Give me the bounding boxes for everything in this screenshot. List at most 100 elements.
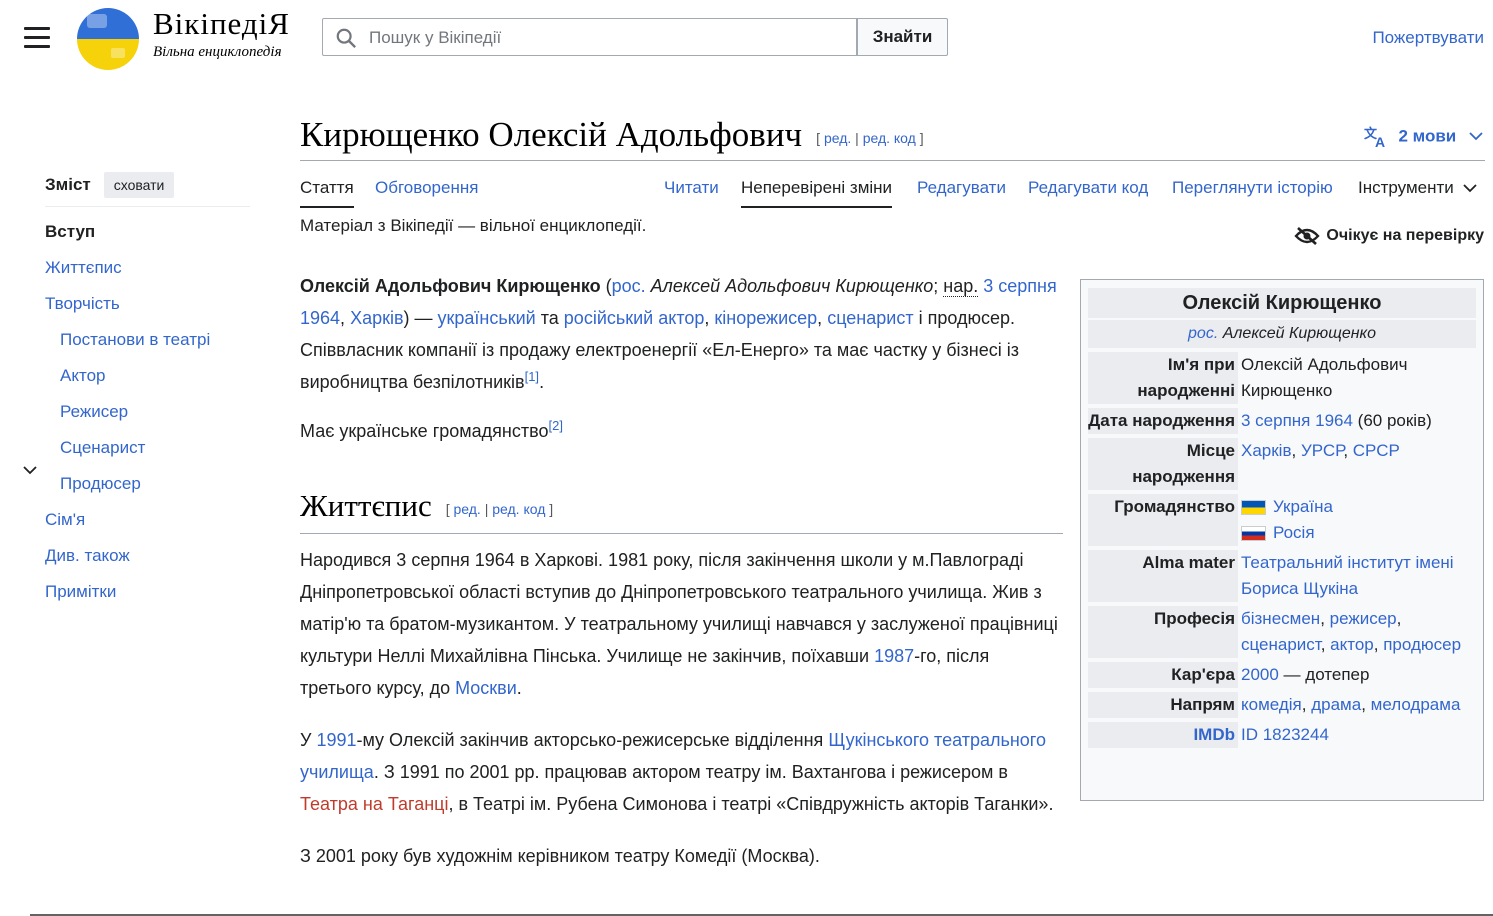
edit-link[interactable]: ред.	[824, 130, 851, 146]
russian-actor-link[interactable]: російський актор	[564, 308, 705, 328]
year-link[interactable]: 1987	[874, 646, 914, 666]
birth-date-link[interactable]: 3 серпня 1964	[1241, 411, 1353, 430]
toc-hide-button[interactable]: сховати	[103, 172, 175, 198]
taganka-theatre-redlink[interactable]: Театра на Таганці	[300, 794, 448, 814]
search-input[interactable]	[367, 19, 851, 57]
edit-code-link[interactable]: ред. код	[863, 130, 916, 146]
infobox-value: 3 серпня 1964 (60 років)	[1238, 408, 1476, 434]
country-link[interactable]: Україна	[1273, 497, 1333, 516]
place-link[interactable]: УРСР	[1301, 441, 1343, 460]
title-edit-links: [ ред. | ред. код ]	[816, 130, 923, 146]
toc-item-director[interactable]: Режисер	[60, 402, 128, 422]
tab-read[interactable]: Читати	[664, 178, 719, 206]
text: ,	[1320, 635, 1331, 654]
toc-item-biography[interactable]: Життєпис	[45, 258, 122, 278]
place-link[interactable]: Харків	[1241, 441, 1292, 460]
biography-content: Народився 3 серпня 1964 в Харкові. 1981 …	[300, 544, 1062, 892]
separator: |	[484, 500, 489, 517]
profession-link[interactable]: бізнесмен	[1241, 609, 1320, 628]
intro-paragraph: Олексій Адольфович Кирющенко (рос. Алекс…	[300, 270, 1062, 398]
bracket: [	[445, 500, 450, 517]
film-director-link[interactable]: кінорежисер	[714, 308, 817, 328]
donate-link[interactable]: Пожертвувати	[1372, 28, 1484, 48]
born-abbr: нар.	[943, 276, 979, 297]
toc-item-family[interactable]: Сім'я	[45, 510, 85, 530]
text: .	[539, 372, 545, 392]
infobox-row: Напрям комедія, драма, мелодрама	[1088, 692, 1476, 718]
biography-paragraph: З 2001 року був художнім керівником теат…	[300, 846, 820, 866]
place-link[interactable]: СРСР	[1353, 441, 1400, 460]
wikipedia-logo-globe[interactable]	[77, 8, 139, 70]
title-divider	[300, 160, 1485, 161]
toc-item-work[interactable]: Творчість	[45, 294, 120, 314]
country-link[interactable]: Росія	[1273, 523, 1315, 542]
genre-link[interactable]: комедія	[1241, 695, 1302, 714]
infobox-row: IMDb ID 1823244	[1088, 722, 1476, 748]
screenwriter-link[interactable]: сценарист	[827, 308, 913, 328]
toc-item-actor[interactable]: Актор	[60, 366, 105, 386]
search-button[interactable]: Знайти	[857, 18, 948, 56]
profession-link[interactable]: продюсер	[1383, 635, 1461, 654]
ukrainian-link[interactable]: український	[438, 308, 536, 328]
lang-ru-link[interactable]: рос.	[1188, 325, 1218, 342]
moscow-link[interactable]: Москви	[455, 678, 517, 698]
bracket: [	[816, 129, 821, 146]
reference-link[interactable]: [2]	[548, 418, 562, 433]
pending-label: Очікує на перевірку	[1326, 227, 1484, 245]
text: ;	[933, 276, 944, 296]
pending-review-indicator[interactable]: Очікує на перевірку	[1294, 226, 1484, 246]
citizenship-paragraph: Має українське громадянство[2]	[300, 415, 1062, 447]
city-link[interactable]: Харків	[350, 308, 403, 328]
profession-link[interactable]: сценарист	[1241, 635, 1321, 654]
tab-history[interactable]: Переглянути історію	[1172, 178, 1333, 206]
text: ,	[1343, 441, 1353, 460]
toc-item-producer[interactable]: Продюсер	[60, 474, 141, 494]
year-link[interactable]: 2000	[1241, 665, 1279, 684]
ukraine-flag-icon	[1241, 500, 1266, 516]
toc-item-writer[interactable]: Сценарист	[60, 438, 145, 458]
wikipedia-wordmark[interactable]: ВікіпедіЯ	[153, 6, 290, 42]
genre-link[interactable]: драма	[1311, 695, 1361, 714]
tab-edit-code[interactable]: Редагувати код	[1028, 178, 1148, 206]
eye-closed-icon	[1294, 227, 1321, 245]
toc-item-theatre[interactable]: Постанови в театрі	[60, 330, 210, 350]
toc-item-see-also[interactable]: Див. також	[45, 546, 130, 566]
language-count: 2 мови	[1398, 126, 1457, 146]
language-button[interactable]: 文A 2 мови	[1364, 126, 1483, 150]
edit-link[interactable]: ред.	[454, 501, 481, 517]
tab-article[interactable]: Стаття	[300, 178, 354, 208]
page-title-text: Кирющенко Олексій Адольфович	[300, 115, 803, 154]
infobox-title: Олексій Кирющенко	[1088, 288, 1476, 318]
text: ,	[1373, 635, 1384, 654]
lang-ru-link[interactable]: рос.	[612, 276, 646, 296]
year-link[interactable]: 1991	[316, 730, 356, 750]
tab-tools[interactable]: Інструменти	[1358, 178, 1477, 206]
chevron-down-icon[interactable]	[23, 462, 37, 478]
infobox-row: Alma mater Театральний інститут імені Бор…	[1088, 550, 1476, 602]
bracket: ]	[549, 500, 554, 517]
tab-talk[interactable]: Обговорення	[375, 178, 478, 206]
tab-unreviewed-changes[interactable]: Неперевірені зміни	[741, 178, 893, 208]
main-menu-button[interactable]	[24, 27, 50, 49]
profession-link[interactable]: режисер	[1330, 609, 1397, 628]
bracket: ]	[919, 129, 924, 146]
alma-mater-link[interactable]: Театральний інститут імені Бориса Щукіна	[1241, 553, 1454, 598]
text: — дотепер	[1278, 665, 1370, 684]
infobox-value: Театральний інститут імені Бориса Щукіна	[1238, 550, 1476, 602]
imdb-link[interactable]: IMDb	[1193, 725, 1235, 744]
infobox-label: Громадянство	[1088, 494, 1238, 546]
profession-link[interactable]: актор	[1330, 635, 1374, 654]
tab-edit[interactable]: Редагувати	[917, 178, 1006, 206]
infobox-label: Ім'я при народженні	[1088, 352, 1238, 404]
text: , в Театрі ім. Рубена Симонова і театрі …	[448, 794, 1054, 814]
infobox: Олексій Кирющенко рос. Алексей Кирющенко…	[1080, 279, 1484, 801]
toc-item-intro[interactable]: Вступ	[45, 222, 95, 242]
toc-item-notes[interactable]: Примітки	[45, 582, 116, 602]
reference-link[interactable]: [1]	[525, 369, 539, 384]
text: ) —	[403, 308, 438, 328]
edit-code-link[interactable]: ред. код	[492, 501, 545, 517]
russia-flag-icon	[1241, 526, 1266, 542]
imdb-id-link[interactable]: ID 1823244	[1241, 725, 1329, 744]
infobox-value: 2000 — дотепер	[1238, 662, 1476, 688]
genre-link[interactable]: мелодрама	[1371, 695, 1461, 714]
